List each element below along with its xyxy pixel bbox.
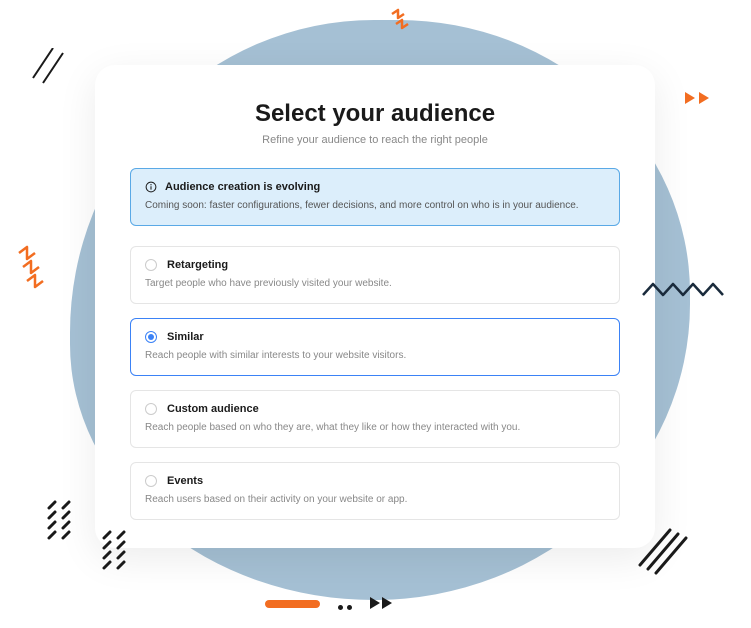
info-banner-title: Audience creation is evolving: [165, 181, 320, 193]
page-title: Select your audience: [130, 100, 620, 128]
info-banner-body: Coming soon: faster configurations, fewe…: [145, 199, 605, 213]
info-banner: Audience creation is evolving Coming soo…: [130, 168, 620, 226]
option-desc: Reach people with similar interests to y…: [145, 349, 605, 363]
radio-icon: [145, 331, 157, 343]
option-similar[interactable]: Similar Reach people with similar intere…: [130, 318, 620, 376]
decoration-pill-bottom: [265, 595, 320, 613]
option-title: Retargeting: [167, 259, 228, 271]
audience-card: Select your audience Refine your audienc…: [95, 65, 655, 548]
option-desc: Target people who have previously visite…: [145, 277, 605, 291]
option-title: Custom audience: [167, 403, 259, 415]
decoration-zigzag-left: [15, 245, 55, 290]
option-custom-audience[interactable]: Custom audience Reach people based on wh…: [130, 390, 620, 448]
decoration-zigzag-top: [390, 8, 420, 33]
decoration-lines-top-left: [28, 48, 68, 88]
option-retargeting[interactable]: Retargeting Target people who have previ…: [130, 246, 620, 304]
page-subtitle: Refine your audience to reach the right …: [130, 134, 620, 146]
decoration-stripes-bottom-left-1: [45, 500, 85, 550]
decoration-dots-bottom: [338, 597, 352, 615]
info-icon: [145, 181, 157, 193]
radio-icon: [145, 403, 157, 415]
option-title: Similar: [167, 331, 204, 343]
option-desc: Reach people based on who they are, what…: [145, 421, 605, 435]
option-events[interactable]: Events Reach users based on their activi…: [130, 462, 620, 520]
decoration-play-top-right: [685, 90, 723, 106]
decoration-play-bottom: [370, 596, 392, 614]
decoration-stripes-bottom-left-2: [100, 530, 140, 580]
radio-icon: [145, 259, 157, 271]
radio-icon: [145, 475, 157, 487]
option-desc: Reach users based on their activity on y…: [145, 493, 605, 507]
decoration-stripes-bottom-right: [636, 525, 691, 580]
decoration-zigzag-right: [641, 280, 736, 300]
option-title: Events: [167, 475, 203, 487]
